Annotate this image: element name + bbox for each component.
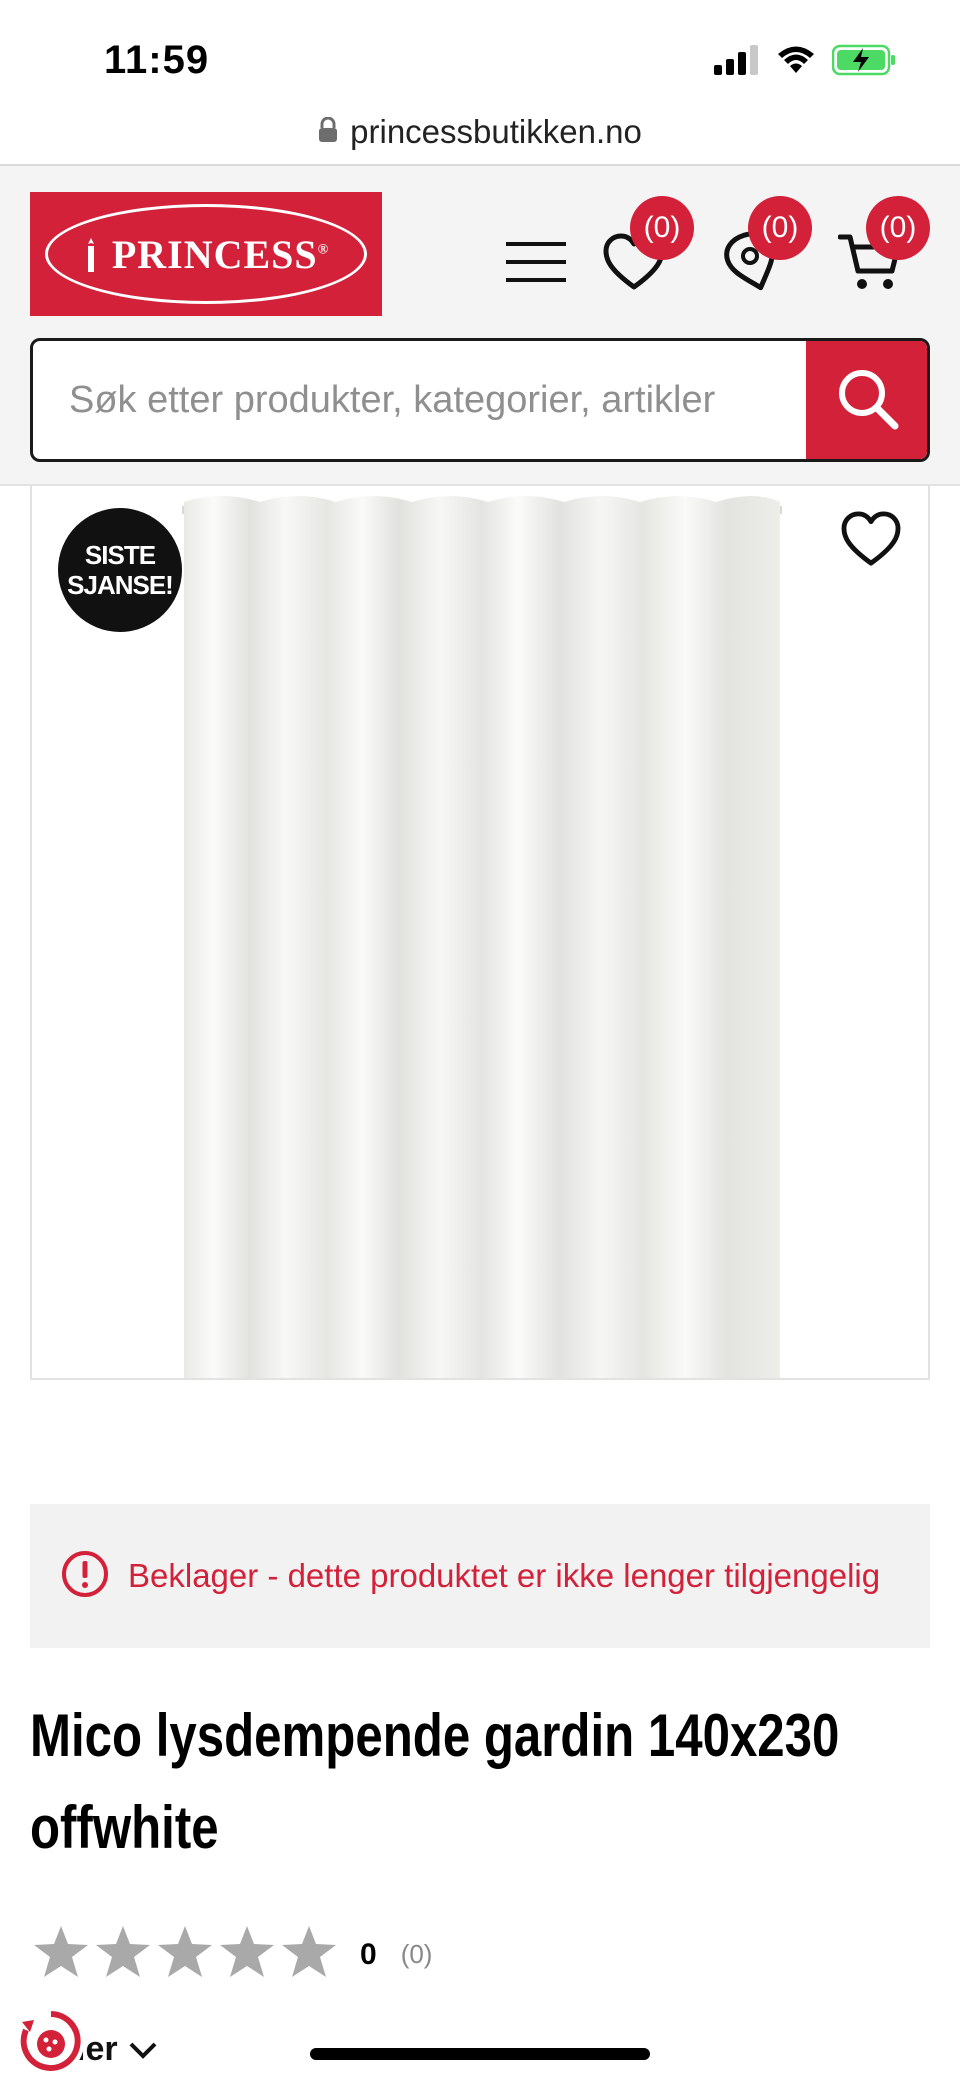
filter-toggle[interactable]: ier: [76, 2030, 158, 2069]
stores-count-badge: (0): [748, 196, 812, 260]
site-header: PRINCESS® (0) (0) (0) Søk etter produkte…: [0, 164, 960, 486]
stores-button[interactable]: (0): [716, 196, 812, 300]
rating-count: (0): [400, 1939, 433, 1969]
unavailable-notice-text: Beklager - dette produktet er ikke lenge…: [128, 1557, 881, 1594]
search-input[interactable]: [33, 341, 811, 459]
signal-icon: [714, 45, 760, 80]
star-icon: [218, 1924, 276, 1985]
cart-count-badge: (0): [866, 196, 930, 260]
status-time: 11:59: [104, 38, 210, 82]
logo-wordmark: PRINCESS: [111, 231, 318, 277]
badge-line-1: SISTE: [84, 540, 156, 570]
chevron-down-icon: [128, 2030, 158, 2069]
menu-icon: [504, 240, 568, 289]
add-to-wishlist-button[interactable]: [836, 506, 906, 576]
rating-value: 0: [360, 1937, 377, 1971]
wishlist-button[interactable]: (0): [598, 196, 694, 300]
badge-line-2: SJANSE!: [67, 570, 174, 600]
logo-oval: PRINCESS®: [45, 204, 367, 304]
search-button[interactable]: [806, 341, 927, 459]
product-image[interactable]: SISTE SJANSE!: [30, 486, 930, 1380]
rating-stars: [32, 1924, 338, 1985]
status-icons: [714, 44, 896, 81]
star-icon: [156, 1924, 214, 1985]
search-icon: [835, 366, 901, 435]
cookie-settings-button[interactable]: [18, 2010, 84, 2076]
product-title: Mico lysdempende gardin 140x230 offwhite: [30, 1702, 840, 1861]
search-box: [30, 338, 930, 462]
product-rating[interactable]: 0 (0): [32, 1924, 432, 1985]
registered-mark: ®: [317, 242, 330, 258]
unavailable-notice: Beklager - dette produktet er ikke lenge…: [30, 1504, 930, 1648]
heart-outline-icon: [841, 510, 901, 572]
crown-icon: [83, 232, 112, 277]
star-icon: [280, 1924, 338, 1985]
menu-button[interactable]: [500, 228, 572, 300]
status-bar: 11:59: [0, 0, 960, 100]
cart-button[interactable]: (0): [834, 196, 930, 300]
star-icon: [32, 1924, 90, 1985]
alert-circle-icon: [60, 1549, 110, 1604]
home-indicator[interactable]: [310, 2048, 650, 2060]
url-text: princessbutikken.no: [350, 113, 642, 150]
address-bar[interactable]: princessbutikken.no: [0, 100, 960, 164]
last-chance-badge: SISTE SJANSE!: [58, 508, 182, 632]
wishlist-count-badge: (0): [630, 196, 694, 260]
cookie-icon: [18, 2008, 84, 2078]
star-icon: [94, 1924, 152, 1985]
princess-logo[interactable]: PRINCESS®: [30, 192, 382, 316]
bottom-strip: ier: [0, 2010, 960, 2078]
curtain-image: [182, 496, 782, 1378]
battery-icon: [831, 44, 896, 81]
lock-icon: [318, 116, 338, 148]
wifi-icon: [776, 45, 816, 80]
logo-text: PRINCESS®: [83, 231, 329, 278]
